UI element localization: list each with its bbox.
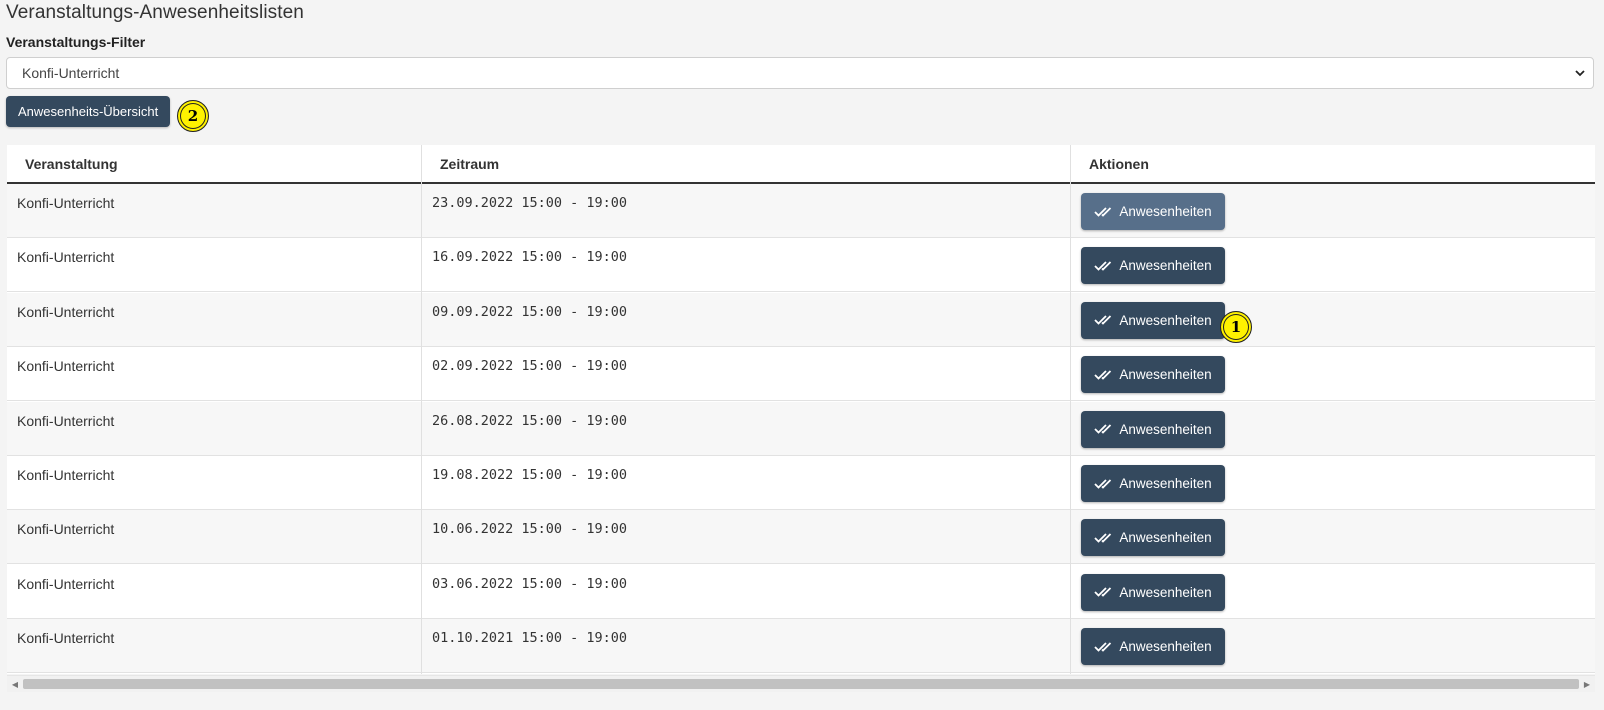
filter-selected-value: Konfi-Unterricht xyxy=(22,65,120,81)
table-row: Konfi-Unterricht 01.10.2021 15:00 - 19:00… xyxy=(7,619,1595,674)
event-period-cell: 01.10.2021 15:00 - 19:00 xyxy=(432,630,628,647)
double-check-icon xyxy=(1094,478,1112,489)
attendance-button-label: Anwesenheiten xyxy=(1119,584,1212,600)
scroll-right-icon[interactable]: ▶ xyxy=(1582,679,1592,689)
table-row: Konfi-Unterricht 19.08.2022 15:00 - 19:00… xyxy=(7,456,1595,510)
attendance-button[interactable]: Anwesenheiten xyxy=(1081,247,1225,285)
overview-button-label: Anwesenheits-Übersicht xyxy=(18,104,159,119)
double-check-icon xyxy=(1094,261,1112,271)
annotation-marker-1: 1 xyxy=(1220,311,1252,343)
double-check-icon xyxy=(1094,206,1112,217)
event-period-cell: 09.09.2022 15:00 - 19:00 xyxy=(432,303,628,320)
event-period-cell: 02.09.2022 15:00 - 19:00 xyxy=(432,358,628,375)
attendance-button[interactable]: Anwesenheiten xyxy=(1081,193,1225,230)
double-check-icon xyxy=(1094,587,1112,598)
attendance-button[interactable]: Anwesenheiten xyxy=(1081,410,1225,448)
chevron-down-icon xyxy=(1575,70,1585,77)
scroll-left-icon[interactable]: ◀ xyxy=(10,679,20,689)
double-check-icon xyxy=(1094,533,1112,543)
attendance-overview-button[interactable]: Anwesenheits-Übersicht xyxy=(6,96,171,127)
column-header-actions: Aktionen xyxy=(1089,155,1149,172)
page-title: Veranstaltungs-Anwesenheitslisten xyxy=(6,2,304,23)
table-row: Konfi-Unterricht 16.09.2022 15:00 - 19:00… xyxy=(7,238,1595,293)
attendance-button[interactable]: Anwesenheiten xyxy=(1081,356,1225,394)
event-period-cell: 19.08.2022 15:00 - 19:00 xyxy=(432,467,628,483)
attendance-button-label: Anwesenheiten xyxy=(1119,639,1212,655)
horizontal-scrollbar[interactable]: ◀ ▶ xyxy=(7,675,1595,692)
attendance-button[interactable]: Anwesenheiten xyxy=(1081,301,1225,339)
attendance-button-label: Anwesenheiten xyxy=(1119,530,1212,546)
events-table: Veranstaltung Zeitraum Aktionen Konfi-Un… xyxy=(7,145,1595,674)
event-name-cell: Konfi-Unterricht xyxy=(17,521,115,538)
annotation-marker-2: 2 xyxy=(177,100,209,132)
attendance-button-label: Anwesenheiten xyxy=(1119,476,1212,491)
event-period-cell: 10.06.2022 15:00 - 19:00 xyxy=(432,521,628,538)
table-row: Konfi-Unterricht 26.08.2022 15:00 - 19:00… xyxy=(7,401,1595,456)
table-header: Veranstaltung Zeitraum Aktionen xyxy=(7,145,1595,184)
attendance-button[interactable]: Anwesenheiten xyxy=(1081,573,1225,611)
table-row: Konfi-Unterricht 02.09.2022 15:00 - 19:00… xyxy=(7,347,1595,402)
double-check-icon xyxy=(1094,370,1112,380)
double-check-icon xyxy=(1094,642,1112,652)
attendance-button-label: Anwesenheiten xyxy=(1119,367,1212,383)
attendance-button-label: Anwesenheiten xyxy=(1119,204,1212,219)
column-header-event: Veranstaltung xyxy=(25,155,118,172)
double-check-icon xyxy=(1094,315,1112,326)
event-name-cell: Konfi-Unterricht xyxy=(17,412,115,429)
column-divider xyxy=(421,145,422,674)
table-row: Konfi-Unterricht 10.06.2022 15:00 - 19:00… xyxy=(7,510,1595,565)
event-name-cell: Konfi-Unterricht xyxy=(17,630,115,647)
attendance-button-label: Anwesenheiten xyxy=(1119,421,1212,437)
attendance-button[interactable]: Anwesenheiten xyxy=(1081,465,1225,502)
column-divider xyxy=(1070,145,1071,674)
event-filter-select[interactable]: Konfi-Unterricht xyxy=(6,57,1594,89)
scrollbar-thumb[interactable] xyxy=(23,679,1579,689)
event-period-cell: 16.09.2022 15:00 - 19:00 xyxy=(432,249,628,266)
table-row: Konfi-Unterricht 09.09.2022 15:00 - 19:00… xyxy=(7,292,1595,347)
table-row: Konfi-Unterricht 03.06.2022 15:00 - 19:00… xyxy=(7,564,1595,619)
event-period-cell: 03.06.2022 15:00 - 19:00 xyxy=(432,575,628,592)
filter-label: Veranstaltungs-Filter xyxy=(6,34,146,50)
event-name-cell: Konfi-Unterricht xyxy=(17,249,115,266)
attendance-button[interactable]: Anwesenheiten xyxy=(1081,628,1225,666)
double-check-icon xyxy=(1094,424,1112,434)
event-name-cell: Konfi-Unterricht xyxy=(17,303,115,320)
attendance-button[interactable]: Anwesenheiten xyxy=(1081,519,1225,557)
table-row: Konfi-Unterricht 23.09.2022 15:00 - 19:00… xyxy=(7,184,1595,238)
attendance-button-label: Anwesenheiten xyxy=(1119,258,1212,274)
column-header-period: Zeitraum xyxy=(440,155,500,172)
event-name-cell: Konfi-Unterricht xyxy=(17,195,115,211)
event-name-cell: Konfi-Unterricht xyxy=(17,575,115,592)
event-period-cell: 26.08.2022 15:00 - 19:00 xyxy=(432,412,628,429)
event-name-cell: Konfi-Unterricht xyxy=(17,467,115,483)
attendance-button-label: Anwesenheiten xyxy=(1119,312,1212,328)
event-period-cell: 23.09.2022 15:00 - 19:00 xyxy=(432,195,628,211)
event-name-cell: Konfi-Unterricht xyxy=(17,358,115,375)
